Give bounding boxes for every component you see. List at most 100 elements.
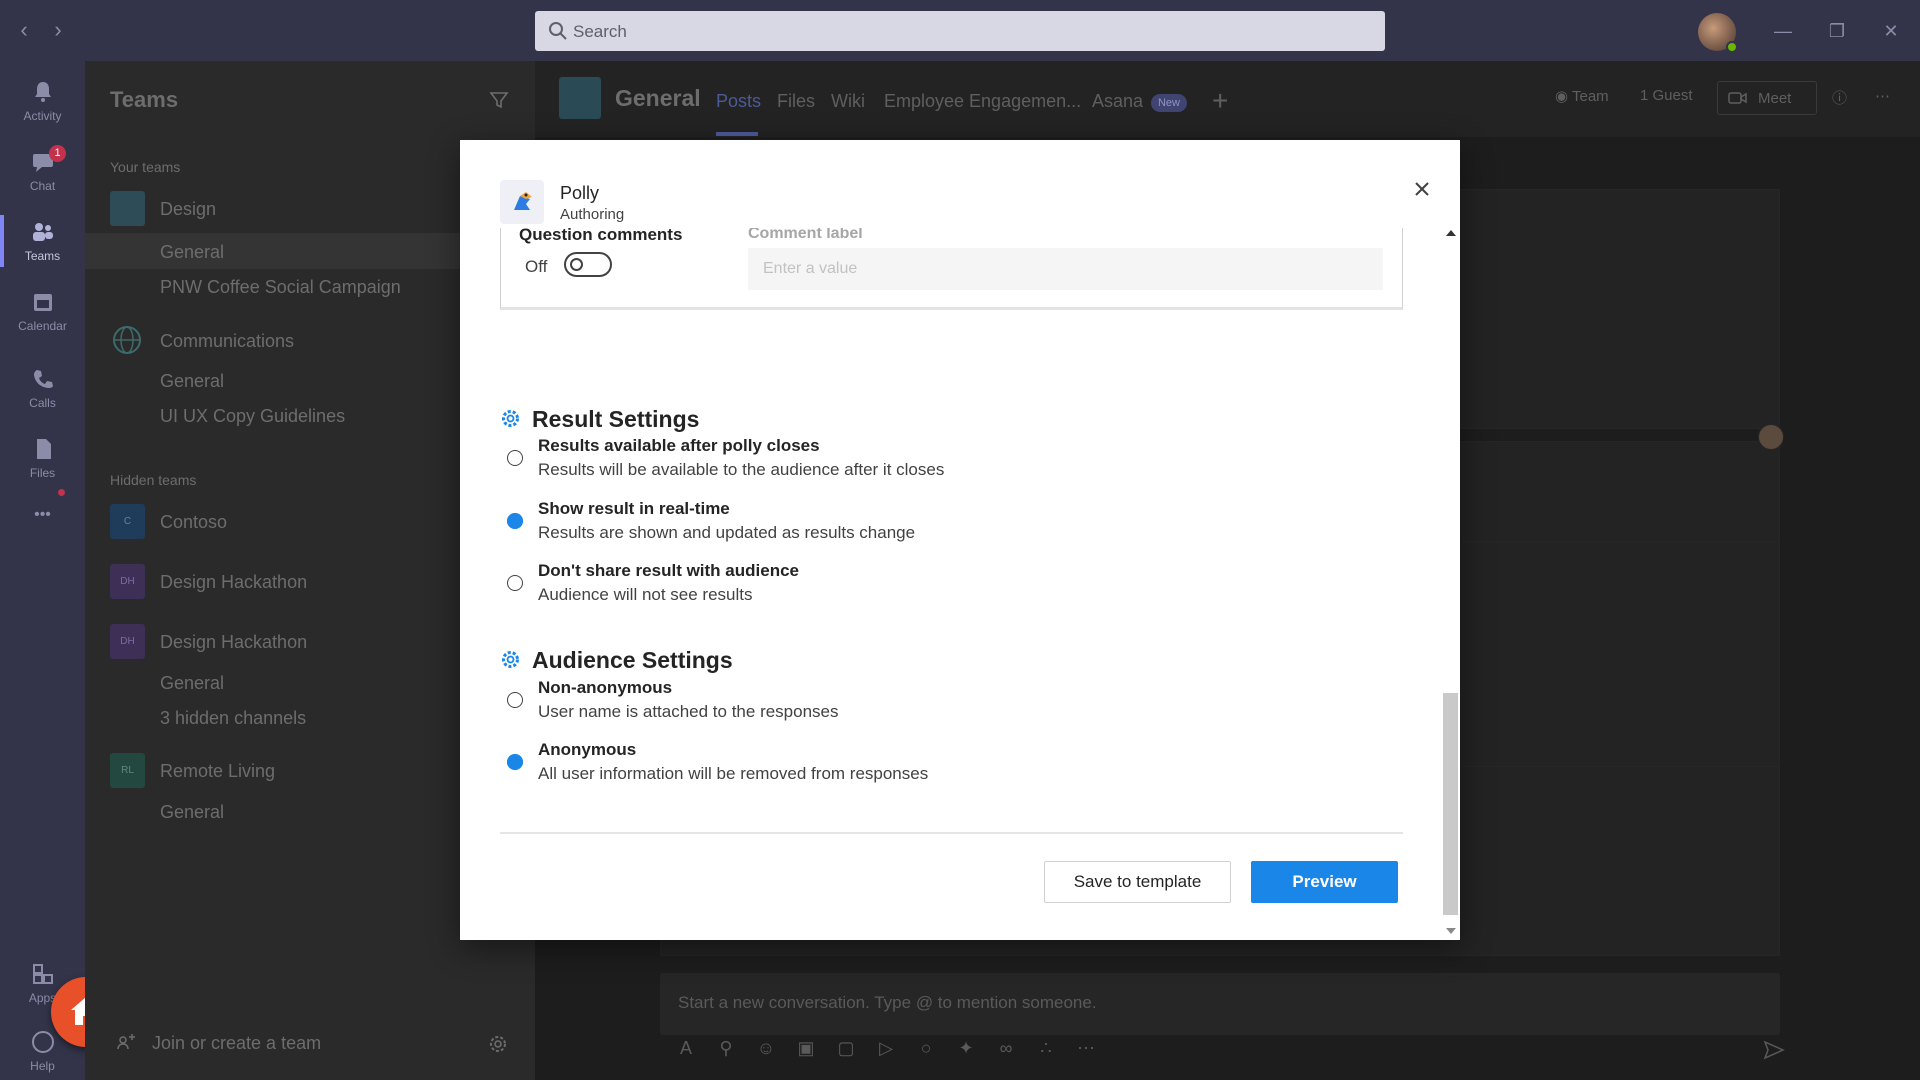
teams-panel-title: Teams <box>110 87 179 112</box>
polly-bird-icon <box>514 192 532 210</box>
search-input[interactable]: Search <box>535 11 1385 51</box>
guest-pill[interactable]: 1 Guest <box>1640 87 1693 104</box>
maximize-icon[interactable]: ❐ <box>1822 16 1852 46</box>
gif-icon[interactable]: ▣ <box>795 1038 817 1060</box>
scroll-down-arrow[interactable] <box>1446 928 1456 934</box>
heading-text: Result Settings <box>532 406 700 432</box>
bell-icon <box>34 82 51 102</box>
radio-button[interactable] <box>507 450 523 466</box>
channel-name: General <box>160 802 225 822</box>
hidden-teams-label: Hidden teams <box>110 472 197 488</box>
attach-icon[interactable]: ⚲ <box>715 1038 737 1060</box>
phone-icon <box>33 370 53 388</box>
gear-icon <box>502 410 519 427</box>
minimize-icon[interactable]: — <box>1768 16 1798 46</box>
close-icon[interactable] <box>1410 177 1434 201</box>
audience-option-non-anonymous[interactable]: Non-anonymous User name is attached to t… <box>500 678 1400 730</box>
question-comments-toggle[interactable] <box>564 252 612 277</box>
add-tab-icon[interactable]: + <box>1212 85 1228 117</box>
info-icon[interactable]: ⓘ <box>1832 87 1847 108</box>
tab-asana[interactable]: Asana <box>1092 91 1143 112</box>
team-avatar: RL <box>110 753 145 788</box>
team-avatar: DH <box>110 624 145 659</box>
your-teams-label: Your teams <box>110 159 181 175</box>
tab-files[interactable]: Files <box>777 91 815 112</box>
footer-divider <box>500 832 1403 834</box>
tab-employee-engagement[interactable]: Employee Engagemen... <box>884 91 1081 112</box>
option-title: Show result in real-time <box>538 499 730 518</box>
scroll-thumb[interactable] <box>1443 693 1458 915</box>
option-title: Results available after polly closes <box>538 436 820 455</box>
app-rail: Activity Chat 1 Teams Calendar Calls Fil… <box>0 61 121 1080</box>
team-name: Design Hackathon <box>160 632 308 652</box>
team-name: Design <box>160 199 217 219</box>
rail-item-chat[interactable]: Chat 1 <box>0 139 85 203</box>
compose-placeholder: Start a new conversation. Type @ to ment… <box>678 993 1097 1012</box>
settings-gear-icon[interactable] <box>487 1033 509 1055</box>
calendar-icon <box>33 294 52 311</box>
rail-label: Chat <box>29 179 56 193</box>
audience-option-anonymous[interactable]: Anonymous All user information will be r… <box>500 740 1400 792</box>
new-badge: New <box>1151 94 1187 112</box>
video-icon <box>1728 92 1747 104</box>
option-description: Results are shown and updated as results… <box>538 523 916 542</box>
rail-item-teams[interactable]: Teams <box>0 209 85 273</box>
rail-label: Calls <box>29 396 56 410</box>
comment-label-input[interactable]: Enter a value <box>748 248 1383 290</box>
radio-button[interactable] <box>507 575 523 591</box>
radio-button[interactable] <box>507 692 523 708</box>
meet-button[interactable]: Meet <box>1717 81 1817 115</box>
rail-item-calls[interactable]: Calls <box>0 356 85 420</box>
radio-button-selected[interactable] <box>507 754 523 770</box>
option-title: Non-anonymous <box>538 678 673 697</box>
more-icon[interactable]: ⋯ <box>1075 1038 1097 1060</box>
dialog-scrollbar[interactable] <box>1442 230 1460 936</box>
gear-icon <box>502 651 519 668</box>
send-icon[interactable] <box>1762 1038 1786 1062</box>
search-icon <box>549 22 567 40</box>
save-to-template-button[interactable]: Save to template <box>1044 861 1231 903</box>
active-tab-indicator <box>716 132 758 136</box>
rail-item-files[interactable]: Files <box>0 426 85 490</box>
tab-posts[interactable]: Posts <box>716 91 761 112</box>
channel-avatar <box>559 77 601 119</box>
avatar <box>1758 424 1784 450</box>
rail-item-activity[interactable]: Activity <box>0 69 85 133</box>
polly-app-icon[interactable]: ✦ <box>955 1038 977 1060</box>
option-title: Anonymous <box>538 740 637 759</box>
result-option-dont-share[interactable]: Don't share result with audience Audienc… <box>500 561 1400 613</box>
sticker-icon[interactable]: ▢ <box>835 1038 857 1060</box>
more-apps-icon[interactable]: ••• <box>0 495 85 535</box>
filter-icon[interactable] <box>488 89 510 111</box>
teams-icon <box>32 223 53 241</box>
file-icon <box>36 439 51 459</box>
loop-icon[interactable]: ∞ <box>995 1038 1017 1060</box>
team-name: Design Hackathon <box>160 572 308 592</box>
forward-arrow-icon[interactable]: › <box>48 18 68 42</box>
comment-input-placeholder: Enter a value <box>763 260 858 277</box>
dialog-header: Polly Authoring <box>500 180 1000 228</box>
praise-icon[interactable]: ○ <box>915 1038 937 1060</box>
emoji-icon[interactable]: ☺ <box>755 1038 777 1060</box>
rail-item-calendar[interactable]: Calendar <box>0 279 85 343</box>
tab-wiki[interactable]: Wiki <box>831 91 865 112</box>
profile-avatar[interactable] <box>1698 13 1738 53</box>
channel-header: General Posts Files Wiki Employee Engage… <box>535 61 1920 137</box>
result-option-real-time[interactable]: Show result in real-time Results are sho… <box>500 499 1400 551</box>
scroll-up-arrow[interactable] <box>1446 230 1456 236</box>
team-name: Communications <box>160 331 295 351</box>
back-arrow-icon[interactable]: ‹ <box>14 18 34 42</box>
preview-button[interactable]: Preview <box>1251 861 1398 903</box>
format-icon[interactable]: A <box>675 1038 697 1060</box>
result-option-after-close[interactable]: Results available after polly closes Res… <box>500 436 1400 488</box>
radio-button-selected[interactable] <box>507 513 523 529</box>
globe-icon <box>113 326 141 354</box>
apps-icon[interactable]: ∴ <box>1035 1038 1057 1060</box>
app-name: Polly <box>560 183 600 203</box>
channel-name: General <box>160 371 225 391</box>
meet-now-icon[interactable]: ▷ <box>875 1038 897 1060</box>
close-window-icon[interactable]: ✕ <box>1876 16 1906 46</box>
team-pill[interactable]: ◉ Team <box>1555 87 1609 105</box>
compose-box[interactable]: Start a new conversation. Type @ to ment… <box>660 973 1780 1035</box>
more-options-icon[interactable]: ⋯ <box>1875 87 1890 105</box>
